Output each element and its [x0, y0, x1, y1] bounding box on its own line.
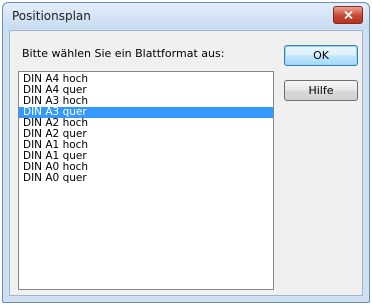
format-list-item[interactable]: DIN A0 quer	[19, 173, 273, 184]
format-listbox[interactable]: DIN A4 hoch DIN A4 quer DIN A3 hoch DIN A3 …	[18, 71, 274, 290]
window-title: Positionsplan	[12, 9, 91, 23]
close-icon	[344, 11, 353, 19]
dialog-body: Bitte wählen Sie ein Blattformat aus: DI…	[9, 30, 363, 296]
title-bar[interactable]: Positionsplan	[3, 3, 369, 29]
close-button[interactable]	[333, 6, 363, 24]
ok-button[interactable]: OK	[284, 45, 358, 66]
dialog-window: Positionsplan Bitte wählen Sie ein Blatt…	[2, 2, 370, 303]
format-prompt-label: Bitte wählen Sie ein Blattformat aus:	[22, 47, 225, 60]
help-button[interactable]: Hilfe	[284, 80, 358, 101]
